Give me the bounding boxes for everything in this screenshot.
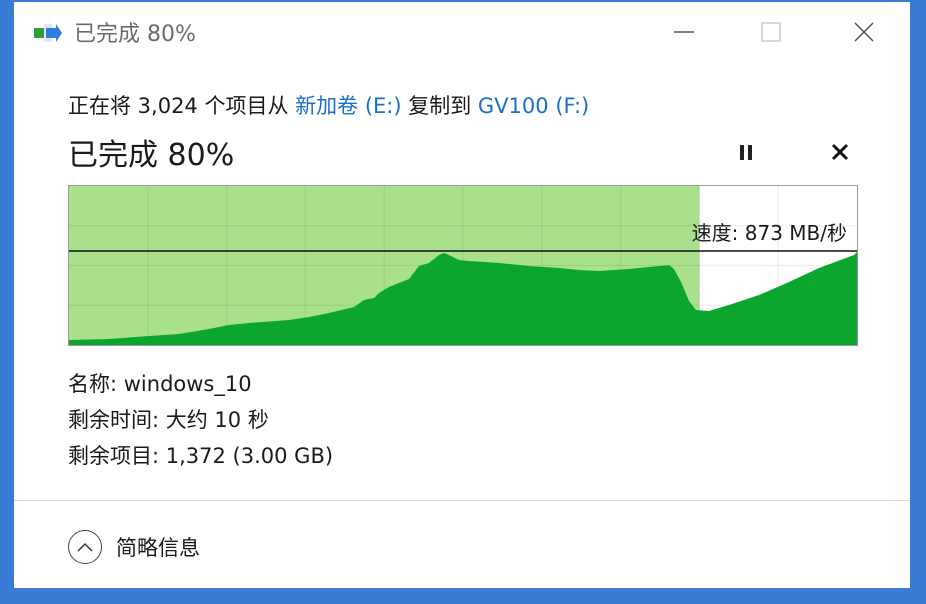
pause-button[interactable]: [730, 136, 762, 168]
minimize-button[interactable]: [664, 12, 704, 52]
copy-middle: 复制到: [401, 94, 478, 118]
source-drive-link[interactable]: 新加卷 (E:): [295, 94, 401, 118]
pause-icon: [740, 145, 752, 160]
divider: [14, 500, 910, 501]
copy-progress-dialog: 已完成 80% 正在将 3,024 个项目从 新加卷 (E:) 复制到 GV10…: [14, 2, 910, 588]
maximize-button[interactable]: [751, 12, 791, 52]
time-remaining: 剩余时间: 大约 10 秒: [68, 408, 269, 432]
close-icon: [831, 143, 849, 161]
close-icon: [854, 22, 874, 42]
maximize-icon: [761, 22, 781, 42]
throughput-graph-canvas: [69, 186, 857, 345]
copy-prefix: 正在将 3,024 个项目从: [68, 94, 296, 118]
copy-transfer-icon: [34, 22, 62, 44]
title-bar: 已完成 80%: [14, 2, 910, 60]
fewer-details-label: 简略信息: [116, 536, 200, 560]
cancel-button[interactable]: [824, 136, 856, 168]
window-close-button[interactable]: [844, 12, 884, 52]
copy-description: 正在将 3,024 个项目从 新加卷 (E:) 复制到 GV100 (F:): [68, 90, 589, 120]
progress-heading: 已完成 80%: [68, 138, 235, 173]
throughput-graph: 速度: 873 MB/秒: [68, 185, 858, 346]
minimize-icon: [674, 31, 694, 33]
chevron-up-icon: [68, 530, 102, 564]
fewer-details-toggle[interactable]: 简略信息: [68, 527, 200, 567]
window-title: 已完成 80%: [74, 22, 196, 47]
speed-label: 速度: 873 MB/秒: [691, 221, 847, 245]
items-remaining: 剩余项目: 1,372 (3.00 GB): [68, 444, 334, 468]
destination-drive-link[interactable]: GV100 (F:): [478, 94, 589, 118]
file-name: 名称: windows_10: [68, 372, 252, 396]
